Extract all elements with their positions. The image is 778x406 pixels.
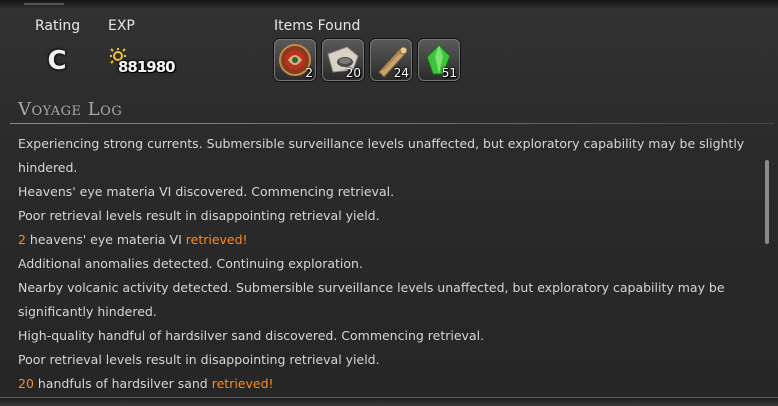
window-top-strip [0,0,778,8]
title-divider [10,123,774,124]
exp-value: 881980 [118,58,176,76]
log-text: Poor retrieval levels result in disappoi… [18,208,380,223]
item-slot-materia[interactable]: 2 [274,39,316,81]
log-scrollbar[interactable] [765,160,769,244]
item-count: 24 [393,66,409,80]
item-count: 20 [345,66,361,80]
voyage-log-title: Voyage Log [18,99,123,120]
log-count: 20 [18,376,34,391]
top-strip-divider [24,0,64,5]
log-line: 20 handfuls of hardsilver sand retrieved… [18,372,748,396]
item-slot-lumber[interactable]: 24 [370,39,412,81]
items-found-label: Items Found [274,18,361,34]
log-text: High-quality handful of hardsilver sand … [18,328,485,343]
log-text: hindered. [18,160,78,175]
log-text: Poor retrieval levels result in disappoi… [18,352,380,367]
log-line: Additional anomalies detected. Continuin… [18,252,748,276]
log-line: 2 heavens' eye materia VI retrieved! [18,228,748,252]
rating-label: Rating [35,18,81,34]
log-text: heavens' eye materia VI [25,232,186,247]
log-line: hindered. [18,156,748,180]
exp-label: EXP [108,18,135,34]
log-line: Heavens' eye materia VI discovered. Comm… [18,180,748,204]
item-count: 2 [305,66,313,80]
voyage-log-list: Experiencing strong currents. Submersibl… [18,132,748,396]
log-text: significantly hindered. [18,304,157,319]
log-text: handfuls of hardsilver sand [33,376,212,391]
log-text: Additional anomalies detected. Continuin… [18,256,363,271]
log-text: Heavens' eye materia VI discovered. Comm… [18,184,395,199]
log-retrieved: retrieved! [185,232,248,247]
log-text: Nearby volcanic activity detected. Subme… [18,280,725,295]
log-line: Poor retrieval levels result in disappoi… [18,204,748,228]
log-count: 2 [18,232,26,247]
log-line: significantly hindered. [18,300,748,324]
log-line: High-quality handful of hardsilver sand … [18,324,748,348]
log-line: Nearby volcanic activity detected. Subme… [18,276,748,300]
log-retrieved: retrieved! [211,376,274,391]
log-text: Experiencing strong currents. Submersibl… [18,136,745,151]
log-line: Poor retrieval levels result in disappoi… [18,348,748,372]
rating-value: C [47,46,67,76]
item-slot-hardsilver-sand[interactable]: 20 [322,39,364,81]
log-line: Experiencing strong currents. Submersibl… [18,132,748,156]
item-count: 51 [441,66,457,80]
item-slot-crystal[interactable]: 51 [418,39,460,81]
